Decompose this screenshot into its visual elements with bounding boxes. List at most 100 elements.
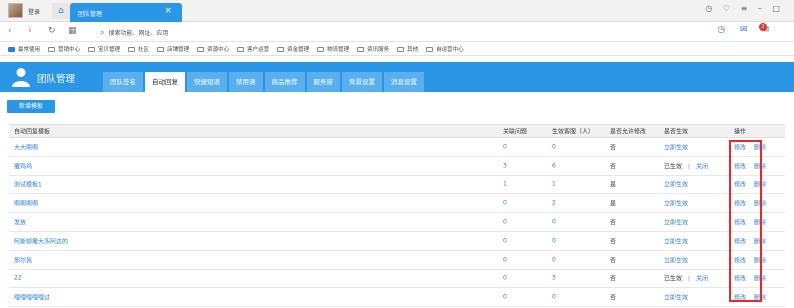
app-tab[interactable]: 快捷短语 (187, 72, 227, 92)
template-name-link[interactable]: 发放 (14, 218, 26, 227)
app-tab[interactable]: 团队签名 (103, 72, 143, 92)
activate-now-link[interactable]: 立即生效 (664, 257, 688, 264)
activate-now-link[interactable]: 立即生效 (664, 182, 688, 189)
bookmark-item[interactable]: 营销中心 (48, 45, 80, 53)
effective-count[interactable]: 3 (552, 275, 556, 282)
bookmark-label: 资讯服务 (367, 47, 390, 53)
related-count[interactable]: 1 (503, 181, 507, 188)
related-count[interactable]: 0 (503, 294, 507, 301)
separator: | (688, 275, 691, 283)
activate-now-link[interactable]: 立即生效 (664, 201, 688, 208)
related-count[interactable]: 0 (503, 237, 507, 244)
template-name-link[interactable]: 22 (14, 275, 22, 282)
bookmark-label: 营销中心 (58, 47, 81, 53)
bookmarks-bar: 最常使用 营销中心 宝贝管理 社区 店铺管理 资源中心 客户运营 资金管理 物流管理 资讯服务 其他… (0, 42, 794, 56)
table-row: 大大啊啊 0 0 否立即生效 修改 删除 (9, 138, 785, 157)
bookmark-item[interactable]: 宝贝管理 (88, 45, 120, 53)
refresh-icon[interactable]: ↻ (48, 26, 56, 36)
table-row: 22 0 3 否已生效 | 关闭 修改 删除 (9, 270, 785, 289)
browser-tab-active[interactable]: 团队管理 × (70, 3, 182, 22)
bookmark-item[interactable]: 其他 (397, 45, 418, 53)
allow-edit-value: 是 (610, 200, 617, 208)
grid-icon[interactable]: ▦ (68, 26, 77, 36)
bookmark-item[interactable]: 店铺管理 (157, 45, 189, 53)
app-tab[interactable]: 禁用语 (229, 72, 263, 92)
bookmark-item[interactable]: 自运营中心 (426, 45, 464, 53)
templates-table: 自动回复模板 关联问题 生效客服（人） 是否允许修改 是否生效 操作 大大啊啊 0… (9, 124, 785, 308)
bookmark-item[interactable]: 客户运营 (237, 45, 269, 53)
effective-count[interactable]: 0 (552, 219, 556, 226)
folder-icon (357, 47, 365, 52)
table-row: 邢尔我 0 0 否立即生效 修改 删除 (9, 251, 785, 270)
template-name-link[interactable]: 阿斯顿撒大多阿达的 (14, 236, 68, 245)
effective-count[interactable]: 0 (552, 237, 556, 244)
folder-icon (157, 47, 165, 52)
template-name-link[interactable]: 啊啊啊啊 (14, 199, 38, 208)
add-template-button[interactable]: 新增模板 (7, 100, 55, 113)
app-tab[interactable]: 商品推荐 (264, 72, 305, 92)
bookmark-label: 客户运营 (247, 47, 270, 53)
activate-now-link[interactable]: 立即生效 (664, 144, 688, 151)
folder-icon (237, 47, 245, 52)
table-row: 撒鸡鸡 3 6 否已生效 | 关闭 修改 删除 (9, 157, 785, 176)
effective-count[interactable]: 0 (552, 256, 556, 263)
close-link[interactable]: 关闭 (696, 276, 708, 283)
related-count[interactable]: 0 (503, 200, 507, 207)
app-tab[interactable]: 背景设置 (342, 72, 382, 92)
allow-edit-value: 否 (610, 238, 617, 246)
forward-icon[interactable]: › (28, 26, 32, 36)
folder-icon (8, 47, 15, 52)
window-controls[interactable]: ◷ ♡ ≡ – □ (705, 4, 784, 13)
back-icon[interactable]: ‹ (8, 26, 12, 36)
related-count[interactable]: 0 (503, 275, 507, 282)
template-name-link[interactable]: 测试模板1 (14, 180, 42, 189)
address-text: 搜索功能、网址、应用 (108, 30, 169, 37)
table-row: 啊啊啊啊 0 2 是立即生效 修改 删除 (9, 194, 785, 214)
allow-edit-value: 是 (610, 181, 617, 189)
activate-now-link[interactable]: 立即生效 (664, 295, 688, 302)
bookmark-item[interactable]: 社区 (128, 45, 149, 53)
bookmark-label: 宝贝管理 (98, 47, 121, 53)
bookmark-item[interactable]: 资源中心 (197, 45, 229, 53)
home-icon[interactable]: ⌂ (52, 3, 70, 19)
effective-count[interactable]: 0 (552, 143, 556, 150)
template-name-link[interactable]: 嘎嘎嘎嘎嘎过 (14, 293, 50, 302)
template-name-link[interactable]: 大大啊啊 (14, 142, 38, 151)
status-cell: 已生效 | 关闭 (664, 161, 708, 170)
table-header: 自动回复模板 关联问题 生效客服（人） 是否允许修改 是否生效 操作 (9, 124, 785, 138)
bookmark-item[interactable]: 资讯服务 (357, 45, 389, 53)
bookmark-item[interactable]: 资金管理 (277, 45, 309, 53)
bookmark-item[interactable]: 最常使用 (8, 45, 40, 53)
bookmark-item[interactable]: 物流管理 (317, 45, 349, 53)
related-count[interactable]: 3 (503, 162, 507, 169)
allow-edit-value: 否 (610, 163, 617, 171)
login-label[interactable]: 登录 (28, 7, 40, 16)
user-avatar[interactable] (8, 3, 23, 18)
close-link[interactable]: 关闭 (696, 163, 708, 170)
effective-count[interactable]: 2 (552, 200, 556, 207)
related-count[interactable]: 0 (503, 219, 507, 226)
template-name-link[interactable]: 邢尔我 (14, 255, 32, 264)
folder-icon (277, 47, 285, 52)
app-tab[interactable]: 服务窗 (306, 72, 340, 92)
header-allow-edit: 是否允许修改 (610, 128, 647, 136)
effective-count[interactable]: 0 (552, 294, 556, 301)
header-name: 自动回复模板 (14, 128, 51, 136)
app-tab[interactable]: 消息设置 (384, 72, 424, 92)
activate-now-link[interactable]: 立即生效 (664, 220, 688, 227)
app-tab[interactable]: 自动回复 (145, 72, 185, 92)
effective-count[interactable]: 6 (552, 162, 556, 169)
folder-icon (426, 47, 434, 52)
address-bar[interactable]: ⌕ 搜索功能、网址、应用 (100, 28, 169, 38)
effective-count[interactable]: 1 (552, 181, 556, 188)
toolbar-right-icons[interactable]: ◷ ✉ ≡ (717, 25, 776, 35)
related-count[interactable]: 0 (503, 143, 507, 150)
activate-now-link[interactable]: 立即生效 (664, 238, 688, 245)
browser-titlebar: 登录 ⌂ 团队管理 × ◷ ♡ ≡ – □ (0, 0, 794, 22)
allow-edit-value: 否 (610, 257, 617, 265)
status-cell: 立即生效 (664, 236, 688, 245)
related-count[interactable]: 0 (503, 256, 507, 263)
template-name-link[interactable]: 撒鸡鸡 (14, 161, 32, 170)
tab-close-icon[interactable]: × (164, 6, 172, 16)
folder-icon (128, 47, 136, 52)
